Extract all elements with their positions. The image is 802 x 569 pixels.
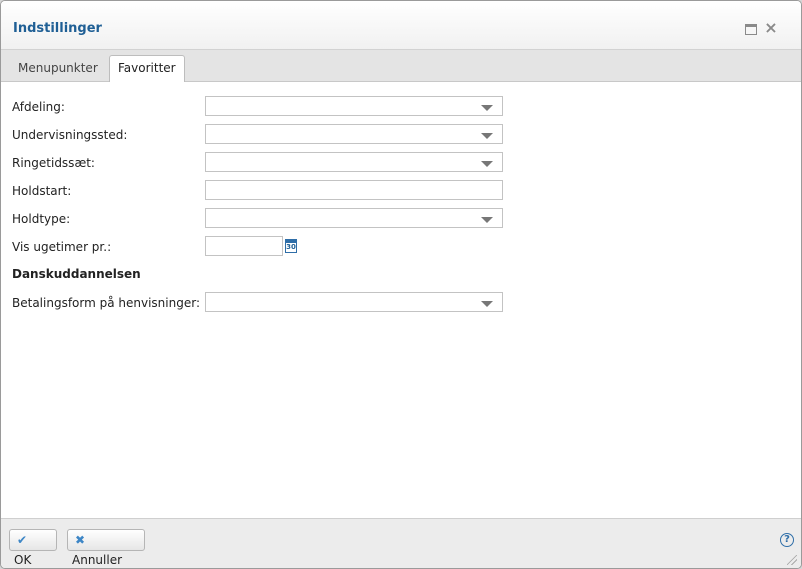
ringetidssaet-label: Ringetidssæt: bbox=[12, 156, 95, 170]
holdstart-label: Holdstart: bbox=[12, 184, 72, 198]
holdstart-input[interactable] bbox=[205, 180, 503, 200]
holdtype-label: Holdtype: bbox=[12, 212, 71, 226]
betalingsform-label: Betalingsform på henvisninger: bbox=[12, 296, 200, 310]
afdeling-select[interactable] bbox=[205, 96, 503, 116]
section-heading-danskuddannelsen: Danskuddannelsen bbox=[12, 267, 141, 281]
calendar-icon[interactable]: 30 bbox=[285, 239, 297, 253]
close-icon[interactable]: × bbox=[764, 20, 778, 36]
undervisningssted-select[interactable] bbox=[205, 124, 503, 144]
cancel-button[interactable]: ✖ Annuller bbox=[67, 529, 145, 567]
tab-strip: Menupunkter Favoritter bbox=[1, 50, 801, 82]
settings-dialog: Indstillinger × Menupunkter Favoritter A… bbox=[0, 0, 802, 569]
ok-button-label: OK bbox=[14, 553, 32, 567]
ok-button[interactable]: ✔ OK bbox=[9, 529, 57, 567]
resize-grip-icon[interactable] bbox=[787, 555, 797, 565]
holdtype-select[interactable] bbox=[205, 208, 503, 228]
calendar-day: 30 bbox=[286, 243, 296, 251]
vis-ugetimer-date-input[interactable] bbox=[205, 236, 283, 256]
cancel-button-label: Annuller bbox=[72, 553, 123, 567]
help-icon[interactable]: ? bbox=[780, 533, 794, 547]
dialog-footer: ✔ OK ✖ Annuller ? bbox=[1, 518, 801, 568]
tab-favoritter[interactable]: Favoritter bbox=[109, 55, 185, 82]
tab-menupunkter[interactable]: Menupunkter bbox=[9, 55, 107, 81]
undervisningssted-label: Undervisningssted: bbox=[12, 128, 128, 142]
x-icon: ✖ bbox=[74, 533, 86, 547]
vis-ugetimer-label: Vis ugetimer pr.: bbox=[12, 240, 112, 254]
afdeling-label: Afdeling: bbox=[12, 100, 65, 114]
ringetidssaet-select[interactable] bbox=[205, 152, 503, 172]
checkmark-icon: ✔ bbox=[16, 533, 28, 547]
dialog-title: Indstillinger bbox=[13, 21, 102, 36]
dialog-titlebar[interactable]: Indstillinger × bbox=[1, 1, 801, 50]
maximize-icon[interactable] bbox=[744, 21, 758, 35]
betalingsform-select[interactable] bbox=[205, 292, 503, 312]
